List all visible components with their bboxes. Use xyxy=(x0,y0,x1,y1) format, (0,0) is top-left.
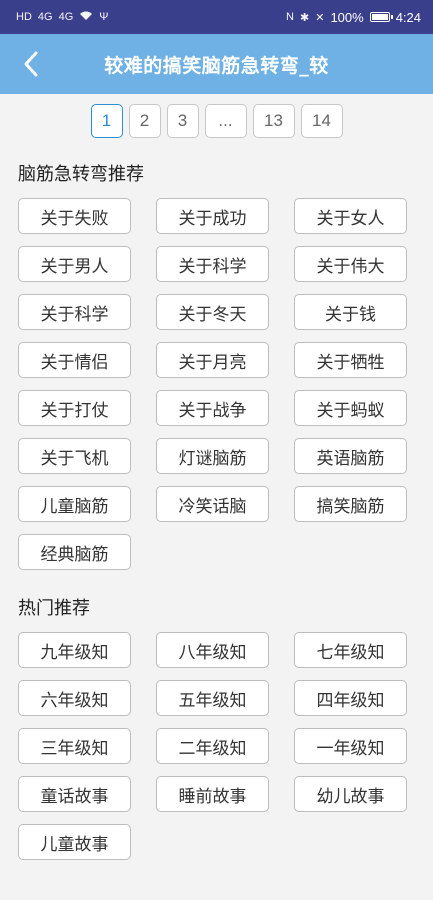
tag-button[interactable]: 一年级知 xyxy=(294,728,407,764)
tag-button[interactable]: 二年级知 xyxy=(156,728,269,764)
battery-percent: 100% xyxy=(330,9,364,25)
status-bar-right: N ✱ ✕ 100% 4:24 xyxy=(286,10,421,25)
status-bar: HD 4G 4G Ψ N ✱ ✕ 100% 4:24 xyxy=(0,0,433,34)
tag-button[interactable]: 五年级知 xyxy=(156,680,269,716)
tag-button[interactable]: 经典脑筋 xyxy=(18,534,131,570)
nfc-icon: N xyxy=(286,11,294,23)
tag-button[interactable]: 儿童脑筋 xyxy=(18,486,131,522)
page-button-2[interactable]: 2 xyxy=(128,104,161,138)
pagination: 1 2 3 ... 13 14 xyxy=(0,104,433,138)
tag-button[interactable]: 六年级知 xyxy=(18,680,131,716)
tag-button[interactable]: 九年级知 xyxy=(18,632,131,668)
chevron-left-icon xyxy=(24,51,38,77)
wifi-icon xyxy=(79,10,93,24)
tag-button[interactable]: 关于打仗 xyxy=(18,390,131,426)
tag-button[interactable]: 关于飞机 xyxy=(18,438,131,474)
tag-button[interactable]: 搞笑脑筋 xyxy=(294,486,407,522)
tag-button[interactable]: 关于冬天 xyxy=(156,294,269,330)
usb-icon: Ψ xyxy=(99,11,109,23)
header: 较难的搞笑脑筋急转弯_较 xyxy=(0,34,433,94)
page-button-1[interactable]: 1 xyxy=(90,104,123,138)
tag-button[interactable]: 关于钱 xyxy=(294,294,407,330)
signal-4g-icon: 4G xyxy=(37,11,53,23)
tag-button[interactable]: 七年级知 xyxy=(294,632,407,668)
tag-button[interactable]: 关于牺牲 xyxy=(294,342,407,378)
page-button-14[interactable]: 14 xyxy=(300,104,343,138)
tag-button[interactable]: 四年级知 xyxy=(294,680,407,716)
tag-button[interactable]: 关于科学 xyxy=(156,246,269,282)
tag-button[interactable]: 关于成功 xyxy=(156,198,269,234)
tag-button[interactable]: 关于蚂蚁 xyxy=(294,390,407,426)
battery-icon xyxy=(369,12,393,22)
signal-4g-icon-2: 4G xyxy=(58,11,74,23)
bluetooth-icon: ✱ xyxy=(300,11,310,24)
tag-grid: 九年级知 八年级知 七年级知 六年级知 五年级知 四年级知 三年级知 二年级知 … xyxy=(18,632,415,860)
tag-button[interactable]: 幼儿故事 xyxy=(294,776,407,812)
tag-button[interactable]: 儿童故事 xyxy=(18,824,131,860)
tag-button[interactable]: 睡前故事 xyxy=(156,776,269,812)
section-title: 脑筋急转弯推荐 xyxy=(18,164,144,185)
page-button-13[interactable]: 13 xyxy=(252,104,295,138)
section-hot: 热门推荐 九年级知 八年级知 七年级知 六年级知 五年级知 四年级知 三年级知 … xyxy=(0,594,433,860)
tag-button[interactable]: 童话故事 xyxy=(18,776,131,812)
tag-button[interactable]: 八年级知 xyxy=(156,632,269,668)
section-recommend: 脑筋急转弯推荐 关于失败 关于成功 关于女人 关于男人 关于科学 关于伟大 关于… xyxy=(0,160,433,570)
page-button-3[interactable]: 3 xyxy=(166,104,199,138)
section-title: 热门推荐 xyxy=(18,598,90,619)
tag-button[interactable]: 三年级知 xyxy=(18,728,131,764)
back-button[interactable] xyxy=(16,48,46,80)
tag-button[interactable]: 关于科学 xyxy=(18,294,131,330)
tag-button[interactable]: 灯谜脑筋 xyxy=(156,438,269,474)
tag-button[interactable]: 关于战争 xyxy=(156,390,269,426)
page-title: 较难的搞笑脑筋急转弯_较 xyxy=(104,54,329,77)
tag-button[interactable]: 冷笑话脑 xyxy=(156,486,269,522)
tag-grid: 关于失败 关于成功 关于女人 关于男人 关于科学 关于伟大 关于科学 关于冬天 … xyxy=(18,198,415,570)
status-bar-left: HD 4G 4G Ψ xyxy=(16,10,108,24)
tag-button[interactable]: 关于女人 xyxy=(294,198,407,234)
mute-icon: ✕ xyxy=(315,11,325,24)
tag-button[interactable]: 关于月亮 xyxy=(156,342,269,378)
tag-button[interactable]: 关于情侣 xyxy=(18,342,131,378)
tag-button[interactable]: 关于伟大 xyxy=(294,246,407,282)
hd-icon: HD xyxy=(16,11,32,23)
tag-button[interactable]: 关于男人 xyxy=(18,246,131,282)
tag-button[interactable]: 英语脑筋 xyxy=(294,438,407,474)
clock: 4:24 xyxy=(395,9,421,25)
tag-button[interactable]: 关于失败 xyxy=(18,198,131,234)
page-button-ellipsis[interactable]: ... xyxy=(204,104,247,138)
